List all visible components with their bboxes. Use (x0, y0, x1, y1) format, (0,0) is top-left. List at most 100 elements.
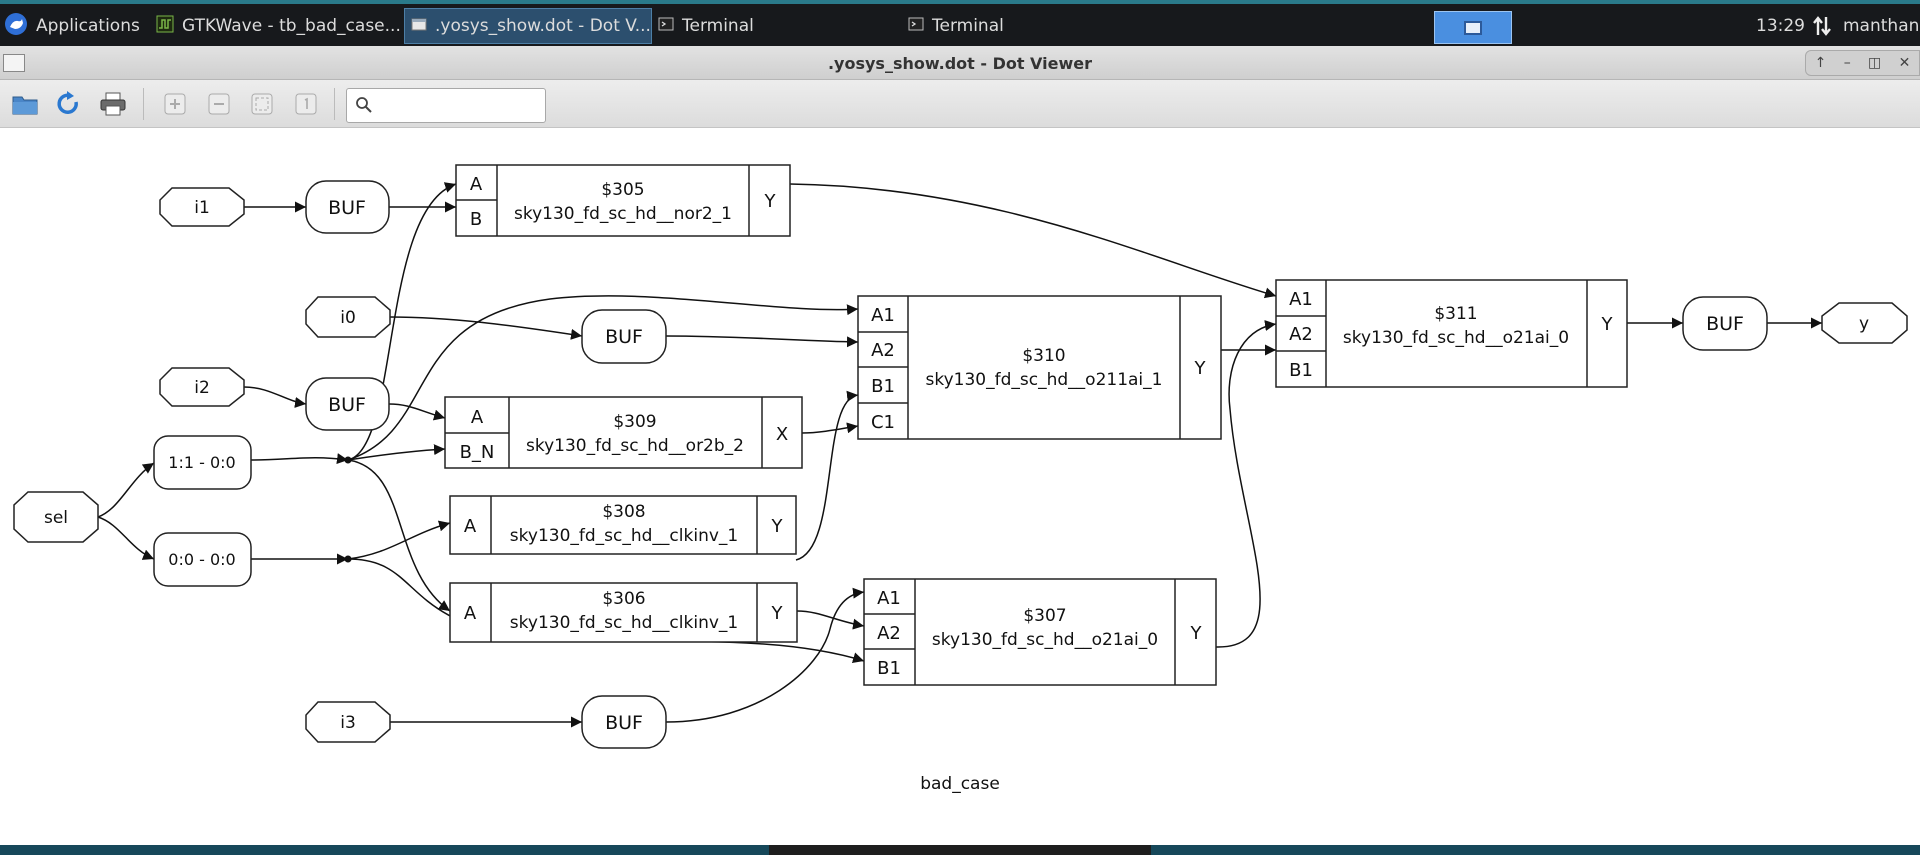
cell-305[interactable]: A B $305 sky130_fd_sc_hd__nor2_1 Y (455, 164, 791, 237)
edge (347, 459, 451, 612)
applications-label: Applications (36, 16, 140, 36)
task-dot-viewer[interactable]: .yosys_show.dot - Dot V... (404, 8, 652, 44)
zoom-fit-icon (251, 93, 273, 115)
buf-i0[interactable]: BUF (581, 309, 667, 364)
search-box[interactable] (346, 88, 546, 123)
edge (347, 520, 451, 560)
workspace-switcher[interactable] (1434, 11, 1512, 44)
cell-type: sky130_fd_sc_hd__clkinv_1 (510, 613, 738, 633)
edge (97, 516, 155, 560)
pin-label: Y (764, 191, 777, 212)
cell-306[interactable]: A $306 sky130_fd_sc_hd__clkinv_1 Y (449, 582, 798, 643)
bottom-panel (0, 845, 1920, 855)
cell-311[interactable]: A1 A2 B1 $311 sky130_fd_sc_hd__o21ai_0 Y (1275, 279, 1628, 388)
pin-label: A (471, 407, 484, 428)
edge (97, 462, 155, 518)
buf-label: BUF (328, 394, 366, 416)
toolbar (0, 80, 1920, 128)
port-i0[interactable]: i0 (305, 296, 391, 338)
dot-viewer-window: .yosys_show.dot - Dot Viewer ↑ – ◫ ✕ i1 … (0, 46, 1920, 845)
port-label: i0 (340, 308, 356, 328)
slice-label: 0:0 - 0:0 (168, 550, 235, 569)
junction-dot (344, 555, 352, 563)
workspace-icon (1464, 21, 1482, 35)
maximize-icon[interactable]: ◫ (1868, 55, 1881, 71)
edge (389, 316, 583, 340)
cell-307[interactable]: A1 A2 B1 $307 sky130_fd_sc_hd__o21ai_0 Y (863, 578, 1217, 686)
pin-label: B_N (460, 442, 495, 463)
buf-i3[interactable]: BUF (581, 695, 667, 749)
zoom-100-icon (295, 93, 317, 115)
port-i2[interactable]: i2 (159, 367, 245, 407)
port-label: i3 (340, 713, 356, 733)
task-gtkwave[interactable]: GTKWave - tb_bad_case... (156, 8, 400, 44)
cell-309[interactable]: A B_N $309 sky130_fd_sc_hd__or2b_2 X (444, 396, 803, 469)
minimize-icon[interactable]: – (1844, 55, 1851, 71)
task-terminal-2[interactable]: Terminal (908, 8, 1148, 44)
cell-name: $307 (1023, 606, 1066, 626)
cell-name: $306 (602, 589, 645, 609)
zoom-100-button[interactable] (292, 90, 320, 118)
task-label: GTKWave - tb_bad_case... (182, 16, 400, 36)
user-menu[interactable]: manthan (1843, 8, 1919, 44)
search-input[interactable] (379, 94, 539, 118)
zoom-out-button[interactable] (205, 90, 233, 118)
buf-i1[interactable]: BUF (305, 180, 390, 234)
pin-label: A (464, 516, 477, 537)
buf-label: BUF (328, 197, 366, 219)
zoom-in-button[interactable] (161, 90, 189, 118)
task-terminal-1[interactable]: Terminal (658, 8, 898, 44)
search-icon (355, 96, 373, 118)
cell-type: sky130_fd_sc_hd__o211ai_1 (926, 370, 1163, 390)
cell-name: $310 (1022, 346, 1065, 366)
printer-icon (100, 92, 126, 116)
port-i3[interactable]: i3 (305, 701, 391, 743)
print-button[interactable] (99, 90, 127, 118)
pin-label: B1 (1289, 360, 1313, 381)
buf-i2[interactable]: BUF (305, 377, 390, 431)
pin-label: A2 (1289, 324, 1313, 345)
pin-label: A (470, 174, 483, 195)
buf-label: BUF (605, 712, 643, 734)
dock[interactable] (769, 845, 1151, 855)
close-icon[interactable]: ✕ (1899, 55, 1911, 71)
clock[interactable]: 13:29 (1756, 8, 1805, 44)
xfce-logo-icon (4, 12, 28, 41)
pin-label: Y (1190, 623, 1203, 644)
graph-canvas[interactable]: i1 i0 i2 sel i3 y BUF BUF BUF BUF BUF 1:… (0, 129, 1920, 845)
pin-label: B1 (877, 658, 901, 679)
refresh-icon (57, 91, 78, 114)
edge (665, 335, 859, 348)
port-sel[interactable]: sel (13, 491, 99, 543)
buf-y[interactable]: BUF (1682, 296, 1768, 351)
task-label: .yosys_show.dot - Dot V... (435, 16, 651, 36)
cell-308[interactable]: A $308 sky130_fd_sc_hd__clkinv_1 Y (449, 495, 797, 555)
pin-label: B1 (871, 376, 895, 397)
port-label: i2 (194, 378, 210, 398)
cell-name: $305 (601, 180, 644, 200)
window-titlebar[interactable]: .yosys_show.dot - Dot Viewer ↑ – ◫ ✕ (0, 46, 1920, 80)
cell-type: sky130_fd_sc_hd__nor2_1 (514, 204, 732, 224)
cell-310[interactable]: A1 A2 B1 C1 $310 sky130_fd_sc_hd__o211ai… (857, 295, 1222, 440)
applications-menu[interactable]: Applications (4, 8, 140, 44)
graph-title: bad_case (920, 774, 1000, 794)
reload-button[interactable] (54, 90, 82, 118)
open-file-button[interactable] (11, 90, 39, 118)
junction-dot (344, 456, 352, 464)
edge (801, 422, 859, 434)
pin-label: X (776, 424, 788, 445)
network-icon[interactable] (1812, 8, 1832, 44)
edge (795, 390, 859, 561)
taskbar: Applications GTKWave - tb_bad_case... .y… (0, 0, 1920, 46)
zoom-fit-button[interactable] (248, 90, 276, 118)
terminal-icon (908, 16, 924, 37)
port-i1[interactable]: i1 (159, 187, 245, 227)
port-y[interactable]: y (1821, 302, 1908, 344)
port-label: sel (44, 508, 68, 528)
slice-0[interactable]: 0:0 - 0:0 (153, 532, 252, 587)
pin-label: Y (1194, 358, 1207, 379)
slice-1[interactable]: 1:1 - 0:0 (153, 435, 252, 490)
cell-shape (455, 164, 791, 237)
shade-icon[interactable]: ↑ (1815, 55, 1827, 71)
pin-label: B (470, 209, 482, 230)
